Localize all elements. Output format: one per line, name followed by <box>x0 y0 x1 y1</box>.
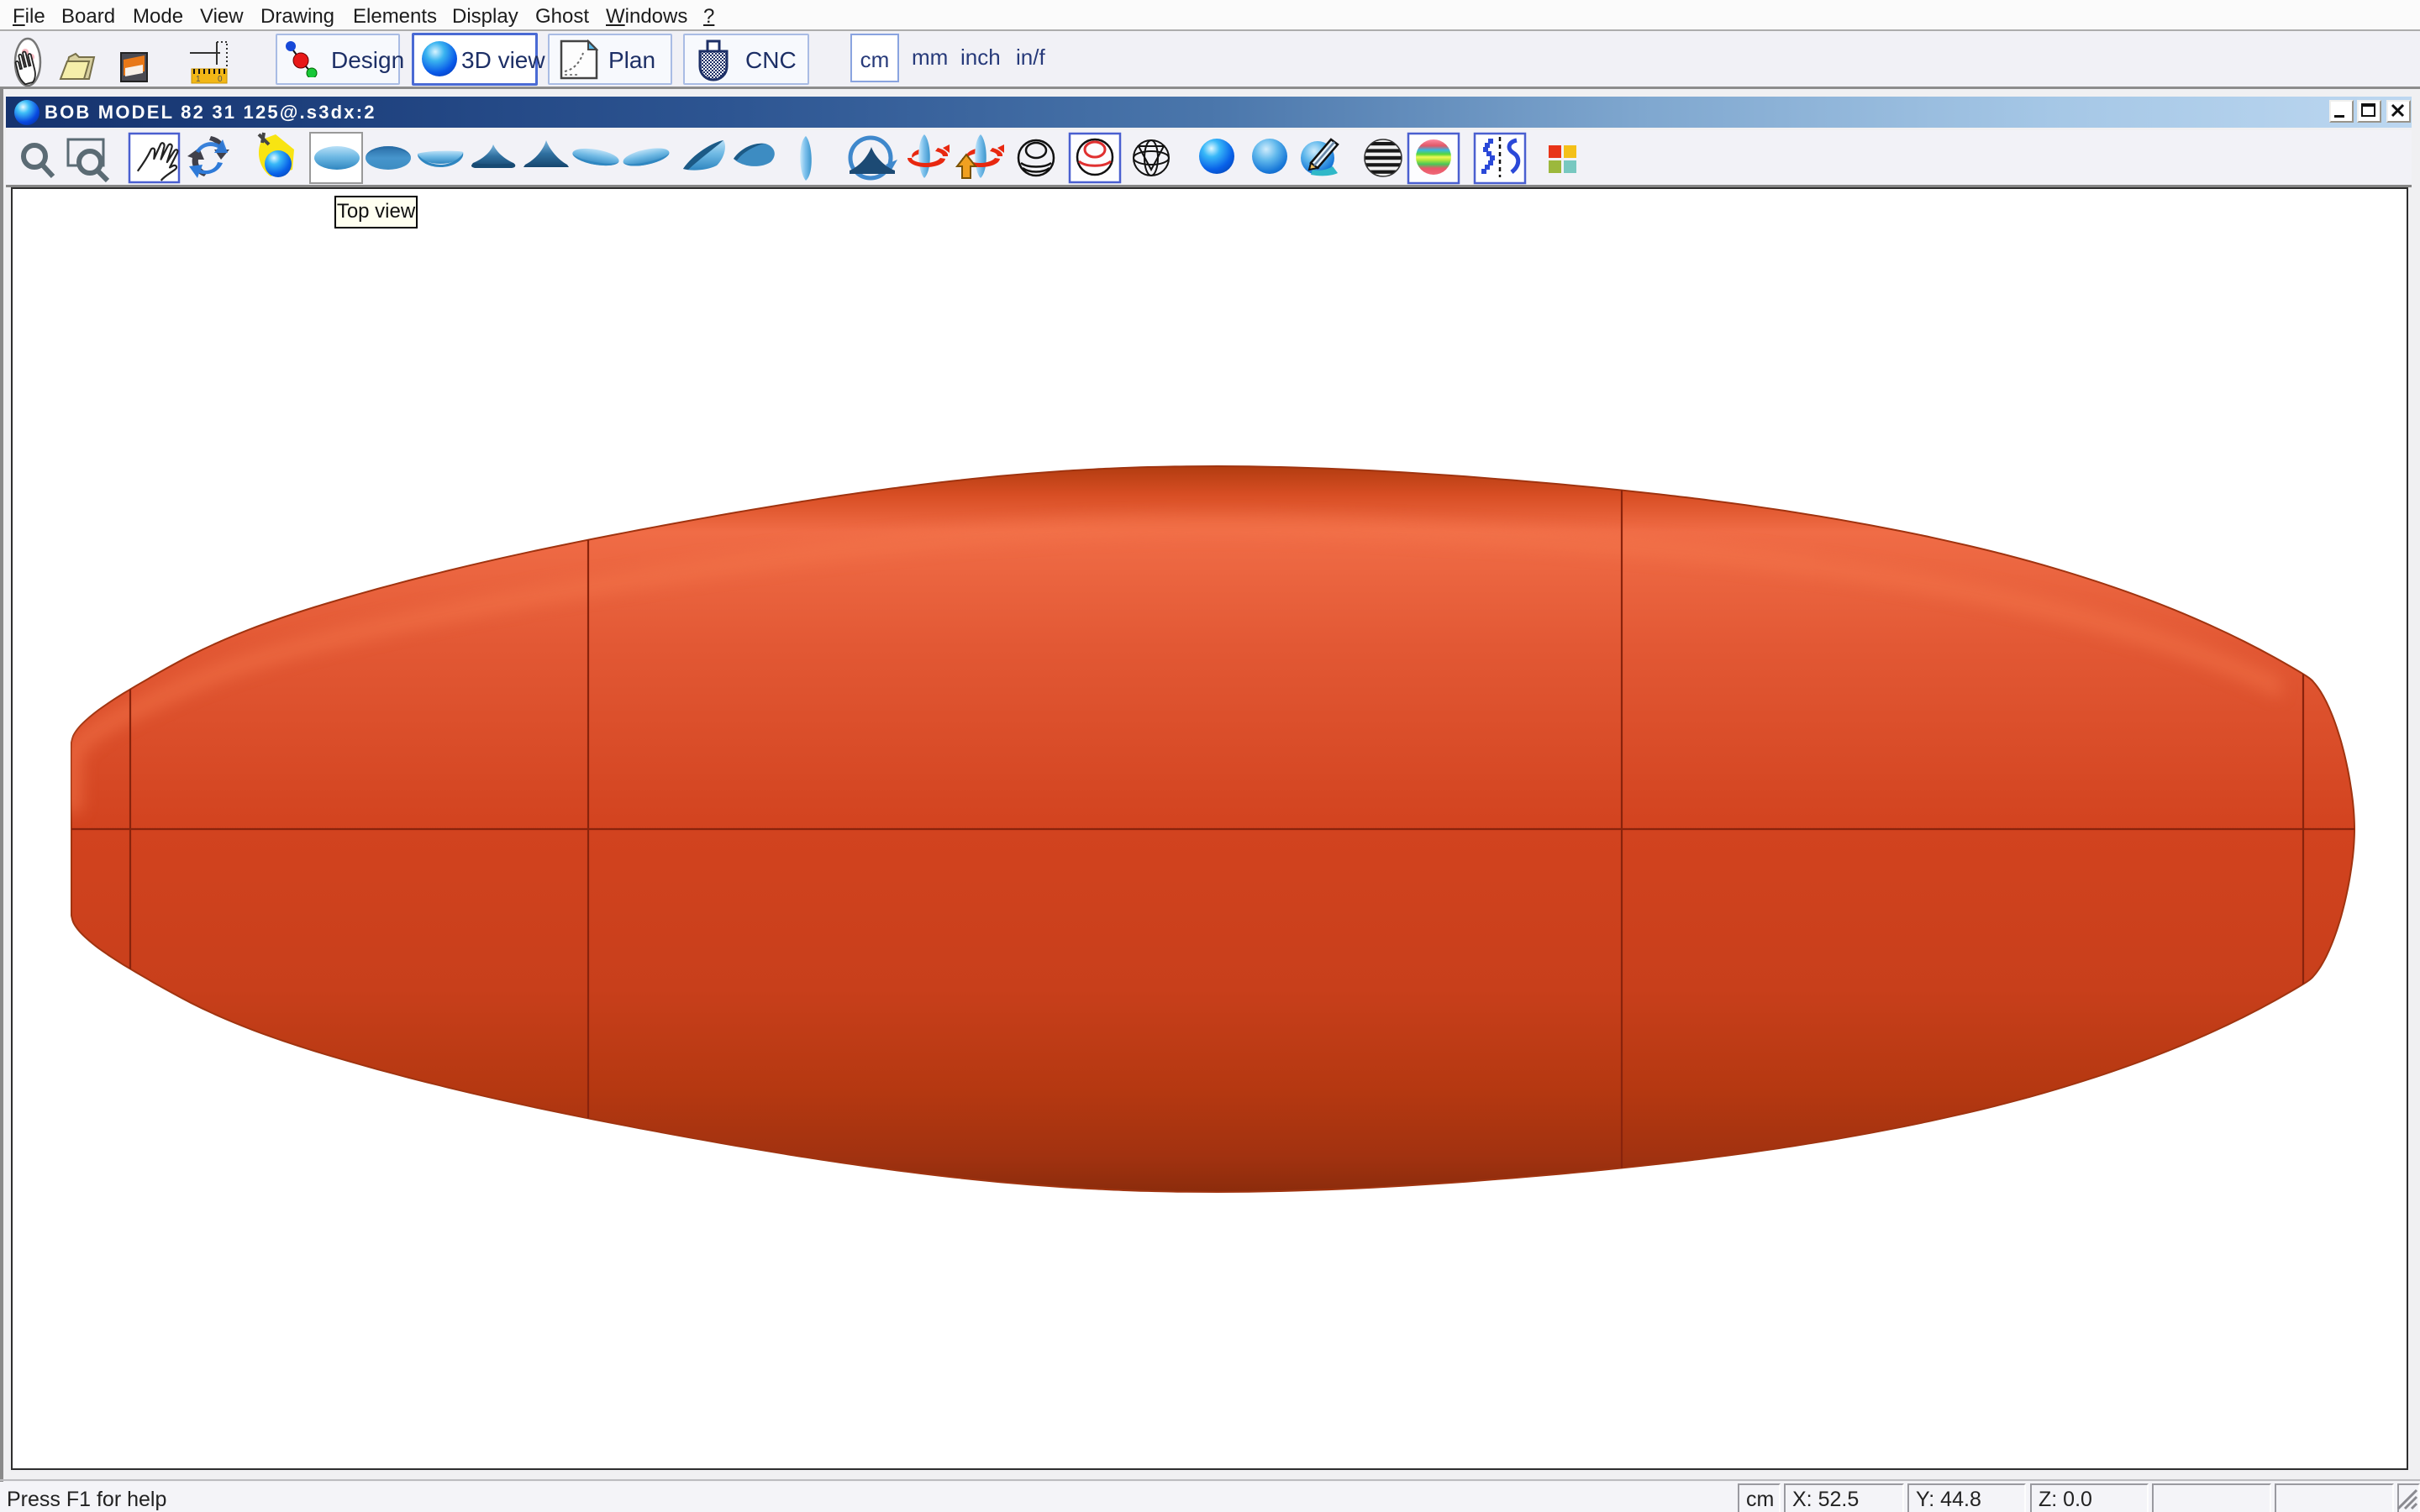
svg-text:0: 0 <box>218 75 223 84</box>
svg-text:1: 1 <box>196 75 201 84</box>
